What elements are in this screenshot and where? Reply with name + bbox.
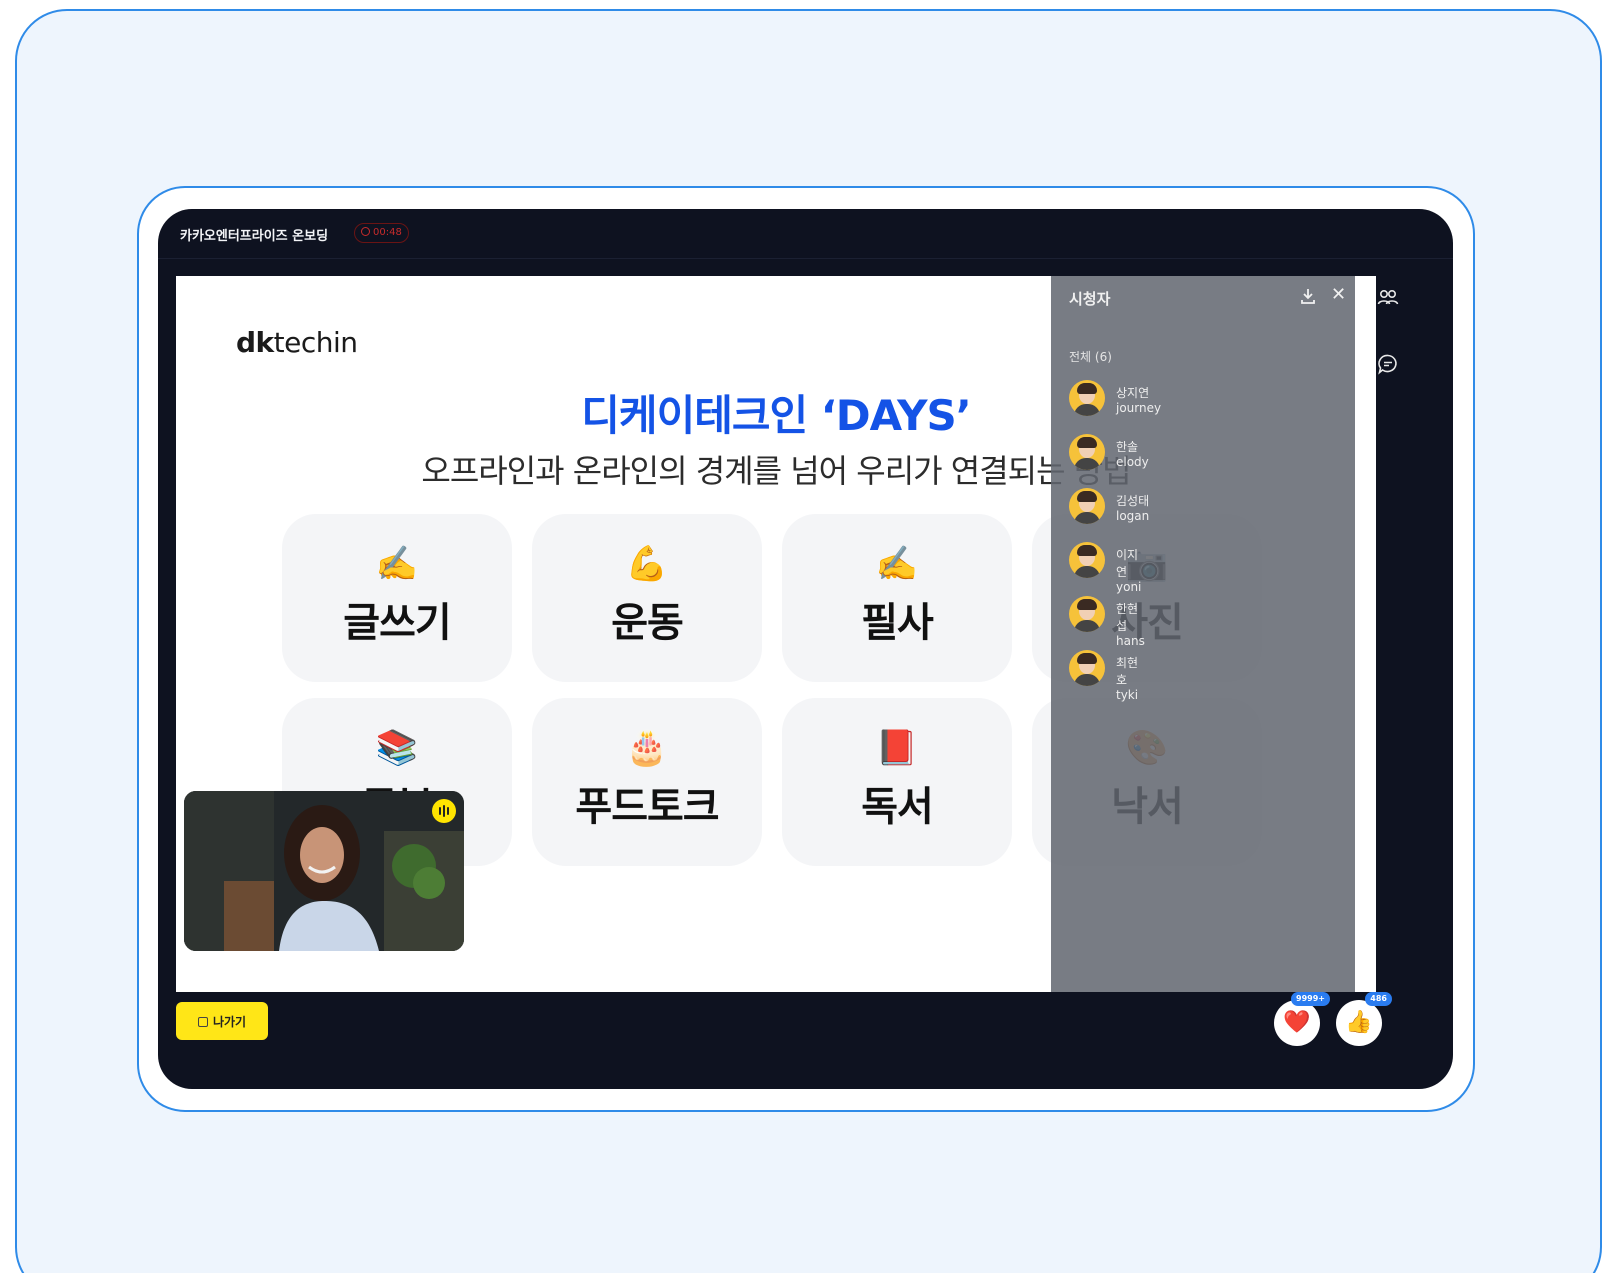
clock-icon [361, 227, 370, 236]
chat-icon[interactable] [1376, 352, 1400, 376]
leave-button[interactable]: 나가기 [176, 1002, 268, 1040]
meeting-window: 카카오엔터프라이즈 온보딩 00:48 dktechin 디케이테크인 ‘DAY… [158, 209, 1453, 1089]
viewer-name: 한솔 elody [1116, 440, 1149, 469]
reaction-count: 9999+ [1291, 992, 1330, 1006]
activity-tile: 🎂 푸드토크 [532, 698, 762, 866]
viewer-name: 최현호 tyki [1116, 656, 1139, 702]
tile-label: 운동 [611, 600, 684, 646]
red-book-icon: 📕 [875, 728, 919, 768]
activity-tile: 📕 독서 [782, 698, 1012, 866]
camera-feed [184, 791, 464, 951]
tile-label: 독서 [861, 784, 934, 830]
top-bar: 카카오엔터프라이즈 온보딩 00:48 [158, 209, 1453, 259]
avatar [1069, 650, 1105, 686]
viewer-name: 이지연 yoni [1116, 548, 1142, 594]
thumbs-up-reaction-button[interactable]: 👍 486 [1336, 992, 1392, 1046]
download-icon[interactable] [1298, 286, 1318, 306]
avatar [1069, 488, 1105, 524]
thumbs-up-icon: 👍 [1345, 1010, 1373, 1035]
viewer-name: 김성태 logan [1116, 494, 1150, 523]
activity-tile: ✍️ 글쓰기 [282, 514, 512, 682]
exit-icon [197, 1016, 208, 1027]
birthday-cake-icon: 🎂 [625, 728, 669, 768]
session-title: 카카오엔터프라이즈 온보딩 [180, 229, 329, 244]
heart-reaction-button[interactable]: ❤️ 9999+ [1274, 992, 1330, 1046]
tile-label: 푸드토크 [575, 784, 719, 830]
heart-icon: ❤️ [1283, 1010, 1311, 1035]
activity-tile: 💪 운동 [532, 514, 762, 682]
tile-label: 필사 [861, 600, 934, 646]
self-camera-preview [184, 791, 464, 951]
avatar [1069, 434, 1105, 470]
writing-hand-icon: ✍️ [375, 544, 419, 584]
viewer-name: 상지연 journey [1116, 386, 1162, 415]
books-icon: 📚 [375, 728, 419, 768]
close-icon[interactable]: ✕ [1331, 284, 1346, 305]
viewer-name: 한현섭 hans [1116, 602, 1145, 648]
viewer-panel: 시청자 ✕ 전체 (6) 상지연 journey 한솔 elody 김성태 lo… [1051, 276, 1355, 992]
panel-title: 시청자 [1069, 290, 1111, 308]
mic-active-icon [432, 799, 456, 823]
timer-text: 00:48 [373, 227, 402, 238]
company-logo: dktechin [236, 326, 358, 359]
reaction-count: 486 [1365, 992, 1392, 1006]
flexed-biceps-icon: 💪 [625, 544, 669, 584]
activity-tile: ✍️ 필사 [782, 514, 1012, 682]
avatar [1069, 380, 1105, 416]
timer-badge: 00:48 [354, 223, 409, 243]
tile-label: 글쓰기 [343, 600, 451, 646]
viewer-count: 전체 (6) [1069, 350, 1112, 364]
avatar [1069, 596, 1105, 632]
participants-icon[interactable] [1376, 285, 1400, 309]
writing-hand-icon: ✍️ [875, 544, 919, 584]
avatar [1069, 542, 1105, 578]
